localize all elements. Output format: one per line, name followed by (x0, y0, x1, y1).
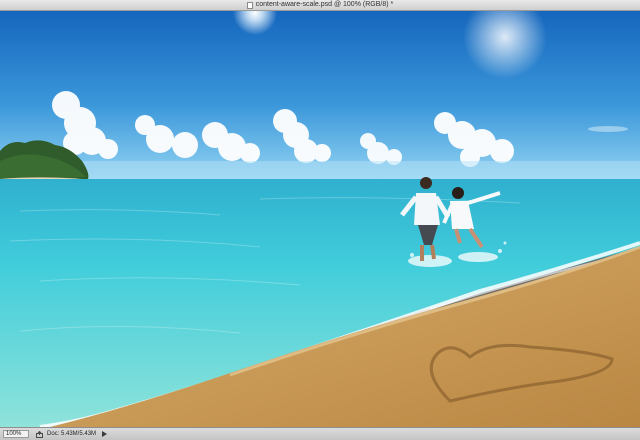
document-icon (246, 1, 253, 9)
zoom-level-value: 100% (6, 431, 22, 437)
document-size-info: Doc: 5.43M/5.43M (47, 431, 97, 437)
zoom-level-field[interactable]: 100% (3, 430, 29, 438)
title-bar[interactable]: content-aware-scale.psd @ 100% (RGB/8) * (0, 0, 640, 11)
image-canvas[interactable] (0, 11, 640, 427)
beach-photo (0, 11, 640, 427)
triangle-right-icon[interactable] (102, 430, 108, 438)
window-title: content-aware-scale.psd @ 100% (RGB/8) * (255, 1, 394, 8)
status-bar: 100% Doc: 5.43M/5.43M (0, 427, 640, 440)
photoshop-document-window: content-aware-scale.psd @ 100% (RGB/8) * (0, 0, 640, 440)
share-icon[interactable] (35, 430, 43, 438)
